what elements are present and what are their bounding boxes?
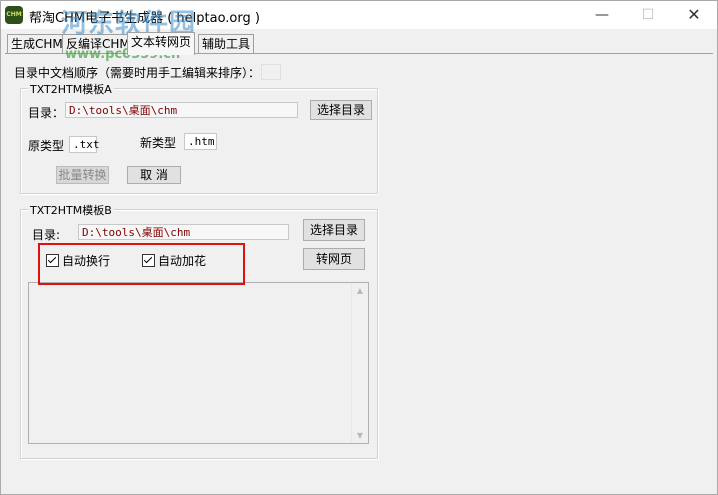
output-scrollbar[interactable]: ▲ ▼ — [351, 283, 368, 443]
template-b-dir-input[interactable]: D:\tools\桌面\chm — [78, 224, 289, 240]
tab-panel: 目录中文档顺序（需要时用手工编辑来排序）： TXT2HTM模板A 目录： D:\… — [5, 54, 713, 490]
template-a-select-dir-button[interactable]: 选择目录 — [310, 100, 372, 120]
doc-order-label: 目录中文档顺序（需要时用手工编辑来排序）： — [14, 66, 261, 80]
maximize-button[interactable]: ☐ — [625, 1, 671, 29]
orig-type-label: 原类型 — [28, 139, 65, 153]
app-window: CHM 帮淘CHM电子书生成器 ( helptao.org ) — ☐ ✕ 生成… — [0, 0, 718, 495]
minimize-button[interactable]: — — [579, 1, 625, 29]
template-b-dir-label: 目录: — [32, 228, 61, 242]
tab-helper-tools[interactable]: 辅助工具 — [198, 34, 255, 54]
scroll-down-icon[interactable]: ▼ — [352, 431, 368, 440]
template-a-dir-label: 目录： — [28, 106, 65, 120]
app-icon: CHM — [5, 6, 23, 24]
template-a-dir-input[interactable]: D:\tools\桌面\chm — [65, 102, 298, 118]
highlight-box — [38, 243, 245, 285]
cancel-button[interactable]: 取 消 — [127, 166, 181, 184]
template-a-group: TXT2HTM模板A 目录： D:\tools\桌面\chm 选择目录 原类型 … — [20, 81, 378, 194]
template-b-select-dir-button[interactable]: 选择目录 — [303, 219, 365, 241]
doc-order-box — [261, 64, 281, 80]
to-webpage-button[interactable]: 转网页 — [303, 248, 365, 270]
close-button[interactable]: ✕ — [671, 1, 717, 29]
scroll-up-icon[interactable]: ▲ — [352, 286, 368, 295]
batch-convert-button[interactable]: 批量转换 — [56, 166, 109, 184]
template-a-title: TXT2HTM模板A — [28, 81, 114, 97]
tab-generate-chm[interactable]: 生成CHM — [7, 34, 67, 54]
orig-type-input[interactable]: .txt — [69, 136, 100, 153]
template-b-title: TXT2HTM模板B — [28, 202, 114, 218]
output-textarea[interactable]: ▲ ▼ — [28, 282, 369, 444]
new-type-label: 新类型 — [140, 136, 177, 150]
new-type-input[interactable]: .htm — [184, 133, 217, 150]
tab-text-to-webpage[interactable]: 文本转网页 — [127, 32, 196, 55]
